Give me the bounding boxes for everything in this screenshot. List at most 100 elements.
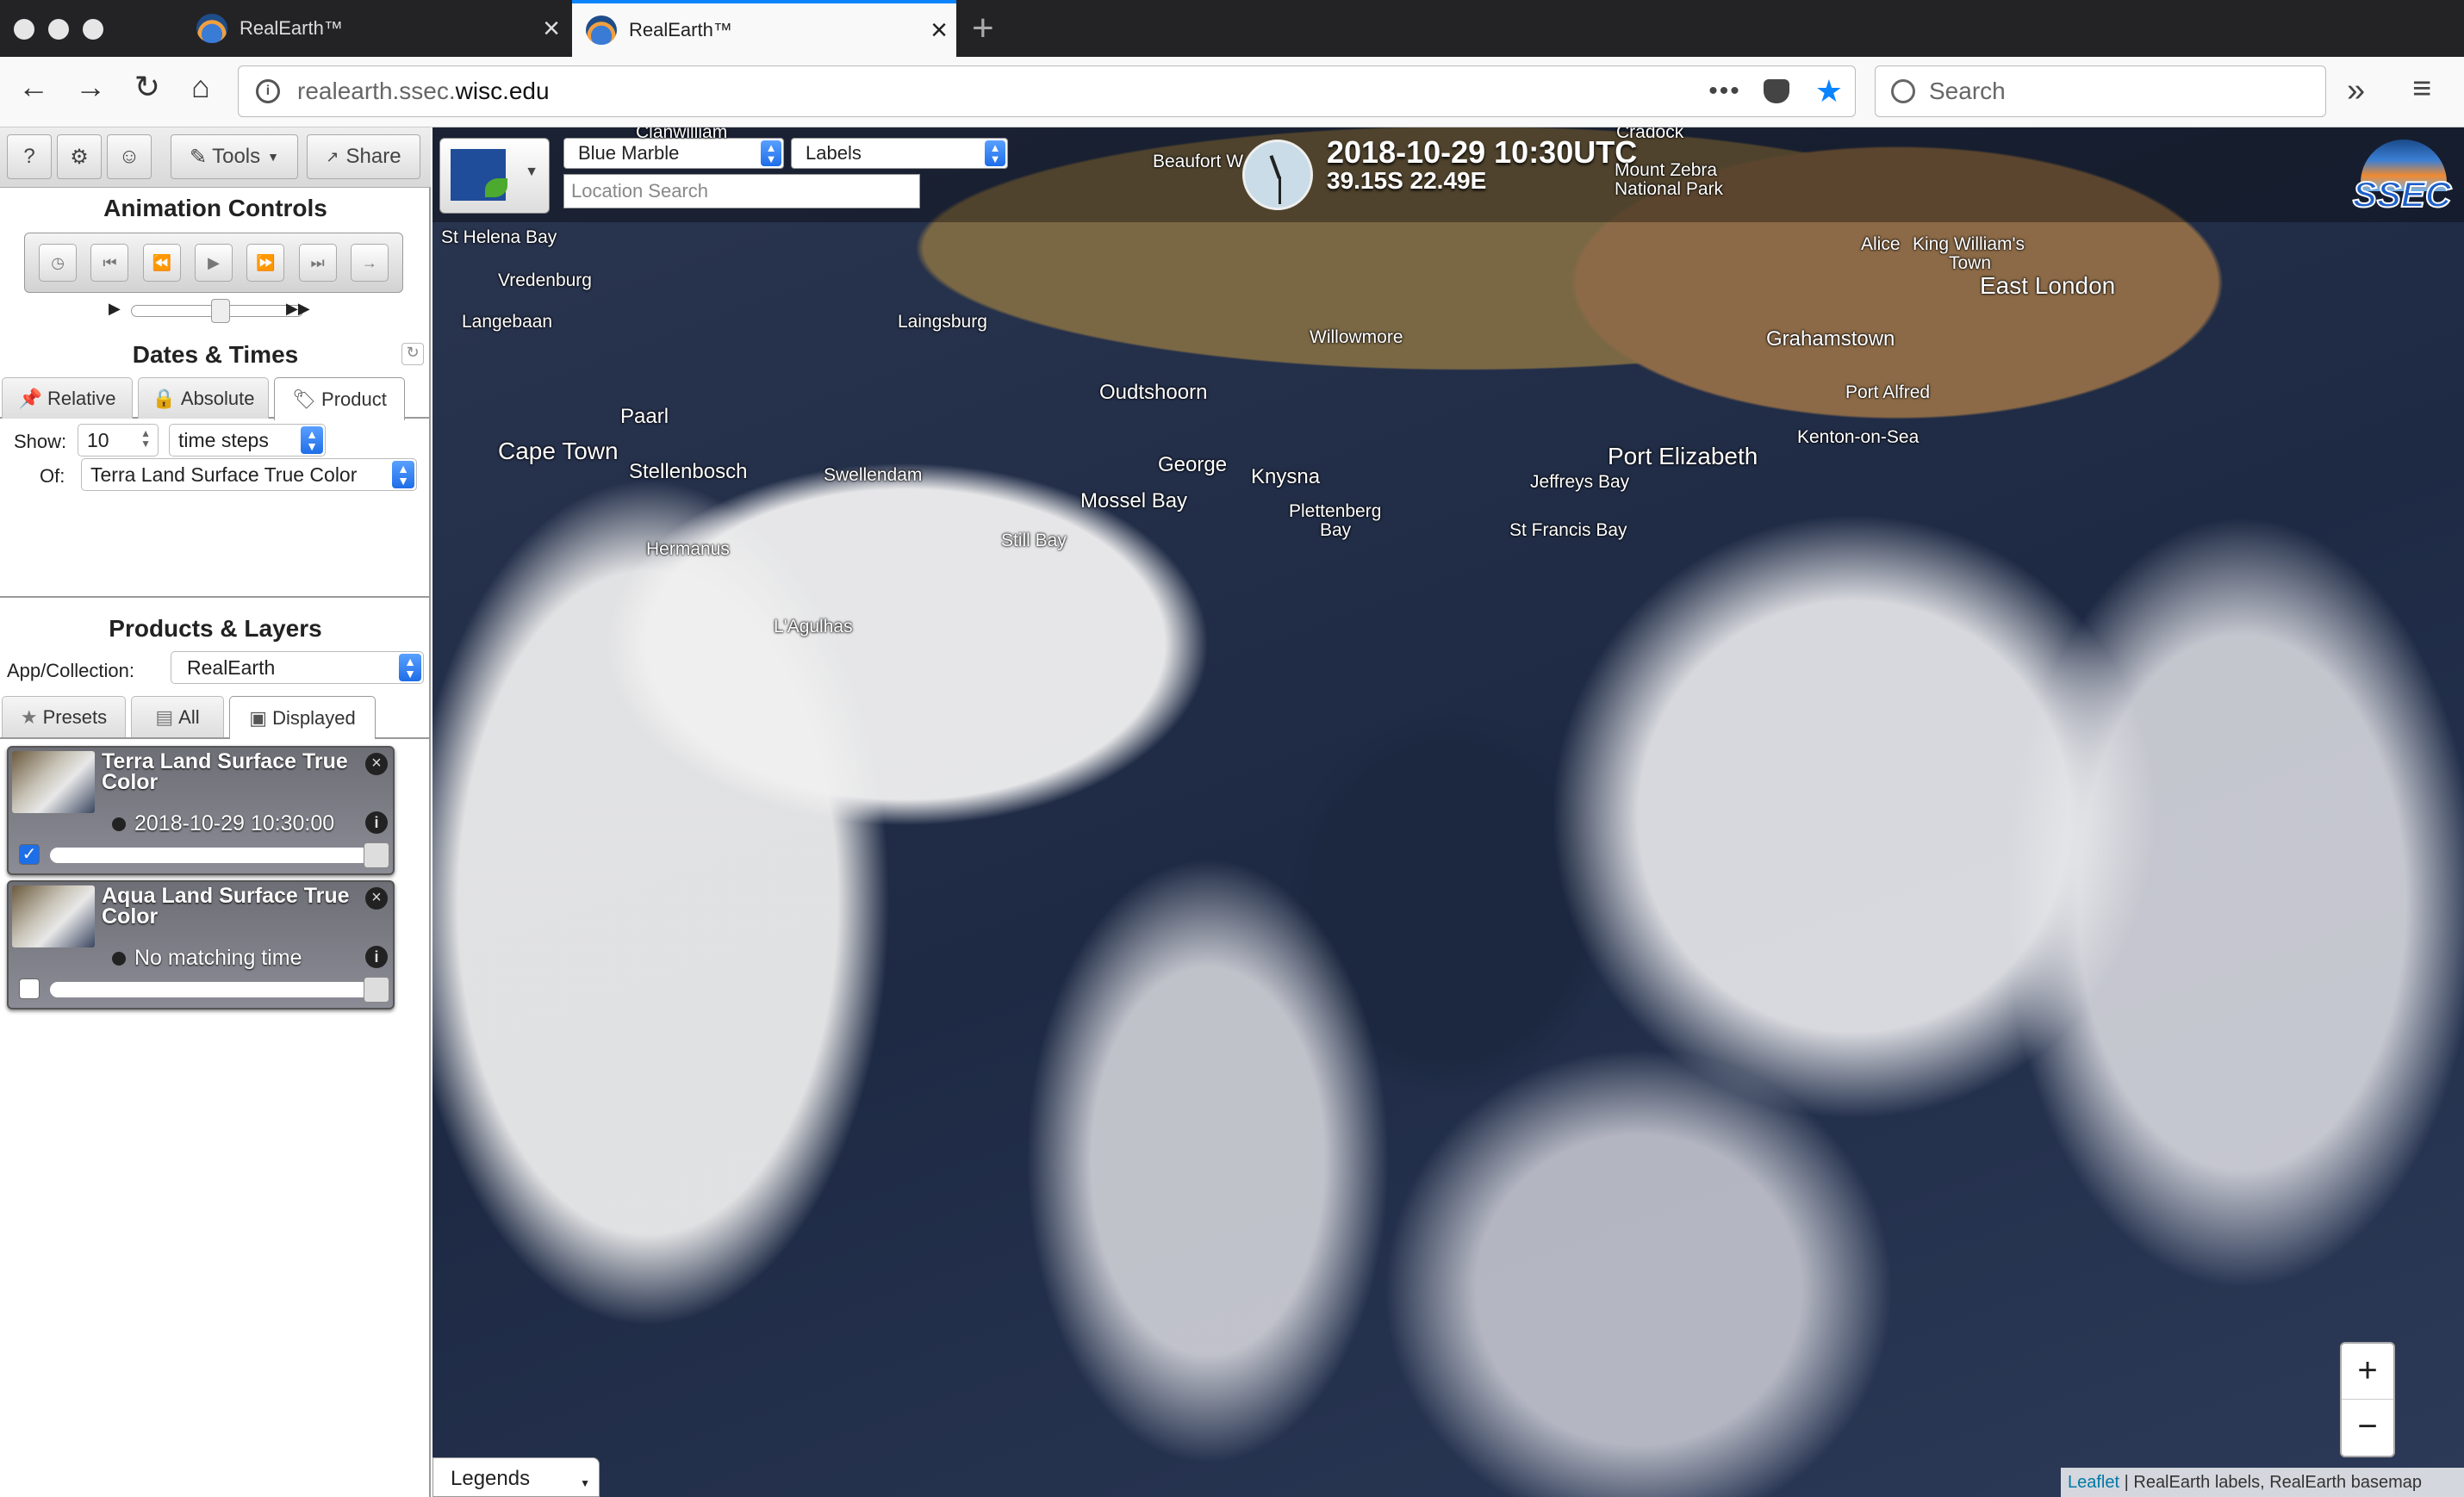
show-count-stepper[interactable]: 10 ▲ ▼ (78, 424, 159, 457)
back-arrow-icon[interactable]: ← (12, 69, 55, 105)
tools-label: Tools (212, 145, 261, 168)
search-bar[interactable]: Search (1875, 65, 2326, 117)
tab-relative[interactable]: 📌 Relative (2, 377, 133, 419)
product-select-value: Terra Land Surface True Color (90, 463, 358, 486)
latest-button[interactable]: → (350, 244, 389, 282)
url-host-domain: wisc.edu (455, 78, 550, 104)
pin-icon: 📌 (18, 387, 42, 409)
location-search-input[interactable]: Location Search (563, 174, 920, 208)
map-label: Port Alfred (1845, 382, 1931, 402)
speed-slider[interactable] (131, 299, 303, 323)
layer-item[interactable]: Aqua Land Surface True Color × No matchi… (7, 880, 395, 1009)
maximize-window-button[interactable] (83, 19, 103, 40)
tab-label: Presets (42, 705, 108, 728)
attribution-text: | RealEarth labels, RealEarth basemap (2119, 1473, 2422, 1492)
layer-thumbnail (12, 885, 95, 947)
map-label: Bay (1320, 520, 1352, 540)
layer-name: Aqua Land Surface True Color (102, 884, 350, 929)
home-icon[interactable]: ⌂ (179, 69, 222, 105)
opacity-slider-knob[interactable] (364, 842, 389, 868)
browser-tab-1[interactable]: RealEarth™ × (183, 0, 569, 57)
arrow-right-icon: → (361, 253, 377, 271)
map-datetime: 2018-10-29 10:30UTC (1327, 134, 1638, 170)
leaflet-link[interactable]: Leaflet (2068, 1473, 2119, 1492)
select-arrows-icon: ▲ ▼ (301, 426, 323, 454)
tab-displayed[interactable]: ▣ Displayed (229, 696, 376, 739)
close-tab-icon[interactable]: × (534, 14, 569, 43)
collection-select[interactable]: RealEarth ▲ ▼ (171, 651, 424, 684)
first-frame-button[interactable]: ⏮ (90, 244, 129, 282)
forward-arrow-icon[interactable]: → (69, 69, 112, 105)
time-units-select[interactable]: time steps ▲ ▼ (169, 424, 326, 457)
tab-product[interactable]: 🏷 Product (274, 377, 405, 420)
settings-button[interactable]: ⚙ (57, 134, 102, 179)
user-button[interactable]: ☺ (107, 134, 152, 179)
last-frame-button[interactable]: ⏭ (298, 244, 337, 282)
animation-controls: ◷ ⏮ ⏪ ▶ ⏩ ⏭ → (24, 233, 403, 293)
minimize-window-button[interactable] (48, 19, 69, 40)
url-bar[interactable]: i realearth.ssec.wisc.edu ••• ★ (238, 65, 1856, 117)
refresh-icon[interactable]: ↻ (401, 343, 424, 365)
clock-icon (112, 951, 126, 966)
tab-absolute[interactable]: 🔒 Absolute (138, 377, 269, 419)
layer-name: Terra Land Surface True Color (102, 749, 348, 794)
step-back-button[interactable]: ⏪ (142, 244, 181, 282)
tab-label: Absolute (180, 387, 255, 409)
share-button[interactable]: ↗ Share (307, 134, 420, 179)
play-button[interactable]: ▶ (194, 244, 233, 282)
product-select[interactable]: Terra Land Surface True Color ▲ ▼ (81, 458, 417, 491)
remove-layer-icon[interactable]: × (365, 887, 388, 910)
reload-icon[interactable]: ↻ (126, 69, 169, 105)
layer-opacity-slider[interactable] (50, 842, 389, 868)
select-arrows-icon: ▲ ▼ (392, 461, 414, 488)
close-tab-icon[interactable]: × (922, 16, 956, 45)
side-panel: ? ⚙ ☺ ✎ Tools ▼ ↗ Share Animation Controls … (0, 127, 431, 1497)
tools-button[interactable]: ✎ Tools ▼ (171, 134, 298, 179)
tab-presets[interactable]: ★ Presets (2, 696, 126, 737)
stepper-arrows-icon[interactable]: ▲ ▼ (140, 428, 151, 449)
map-attribution: Leaflet | RealEarth labels, RealEarth ba… (2061, 1468, 2464, 1497)
step-forward-button[interactable]: ⏩ (246, 244, 285, 282)
overlay-select[interactable]: Labels ▲ ▼ (791, 138, 1008, 169)
share-label: Share (345, 145, 401, 168)
zoom-in-button[interactable]: + (2342, 1344, 2393, 1400)
lock-icon: 🔒 (152, 387, 176, 409)
close-window-button[interactable] (14, 19, 34, 40)
bookmark-star-icon[interactable]: ★ (1815, 73, 1843, 109)
layer-info-icon[interactable]: i (365, 811, 388, 834)
site-info-icon[interactable]: i (256, 79, 280, 103)
layer-info-icon[interactable]: i (365, 946, 388, 968)
user-icon: ☺ (118, 145, 140, 168)
remove-layer-icon[interactable]: × (365, 753, 388, 775)
play-icon: ▶ (208, 253, 220, 271)
clock-button[interactable]: ◷ (39, 244, 78, 282)
layer-item[interactable]: Terra Land Surface True Color × 2018-10-… (7, 746, 395, 875)
map-label: Knysna (1251, 465, 1321, 488)
overflow-chevron-icon[interactable]: » (2347, 72, 2365, 109)
layer-visibility-checkbox[interactable] (19, 978, 40, 999)
layer-visibility-checkbox[interactable]: ✓ (19, 844, 40, 865)
speed-slider-knob[interactable] (211, 299, 230, 323)
map-view[interactable]: ▼ Blue Marble ▲ ▼ Labels ▲ ▼ Location Search… (432, 127, 2464, 1497)
map-label: George (1158, 453, 1228, 476)
url-text[interactable]: realearth.ssec.wisc.edu (297, 78, 1708, 105)
help-label: ? (23, 145, 35, 168)
page-actions-icon[interactable]: ••• (1708, 77, 1741, 106)
overlay-value: Labels (806, 142, 862, 164)
pocket-icon[interactable] (1763, 79, 1789, 103)
opacity-slider-knob[interactable] (364, 977, 389, 1003)
ssec-logo[interactable]: SSEC (2349, 138, 2455, 215)
layer-switcher-button[interactable]: ▼ (439, 138, 550, 214)
navigation-bar: ← → ↻ ⌂ i realearth.ssec.wisc.edu ••• ★ … (0, 57, 2464, 127)
help-button[interactable]: ? (7, 134, 52, 179)
tab-all[interactable]: ▤ All (131, 696, 224, 737)
legends-toggle[interactable]: Legends ▼ (432, 1457, 600, 1497)
share-icon: ↗ (326, 147, 339, 165)
layer-opacity-slider[interactable] (50, 977, 389, 1003)
hamburger-menu-icon[interactable]: ≡ (2412, 71, 2431, 108)
new-tab-icon[interactable]: + (972, 7, 994, 50)
clock-icon: ◷ (51, 253, 65, 271)
zoom-out-button[interactable]: − (2342, 1400, 2393, 1456)
map-label: National Park (1615, 179, 1724, 199)
browser-tab-2[interactable]: RealEarth™ × (572, 0, 956, 57)
